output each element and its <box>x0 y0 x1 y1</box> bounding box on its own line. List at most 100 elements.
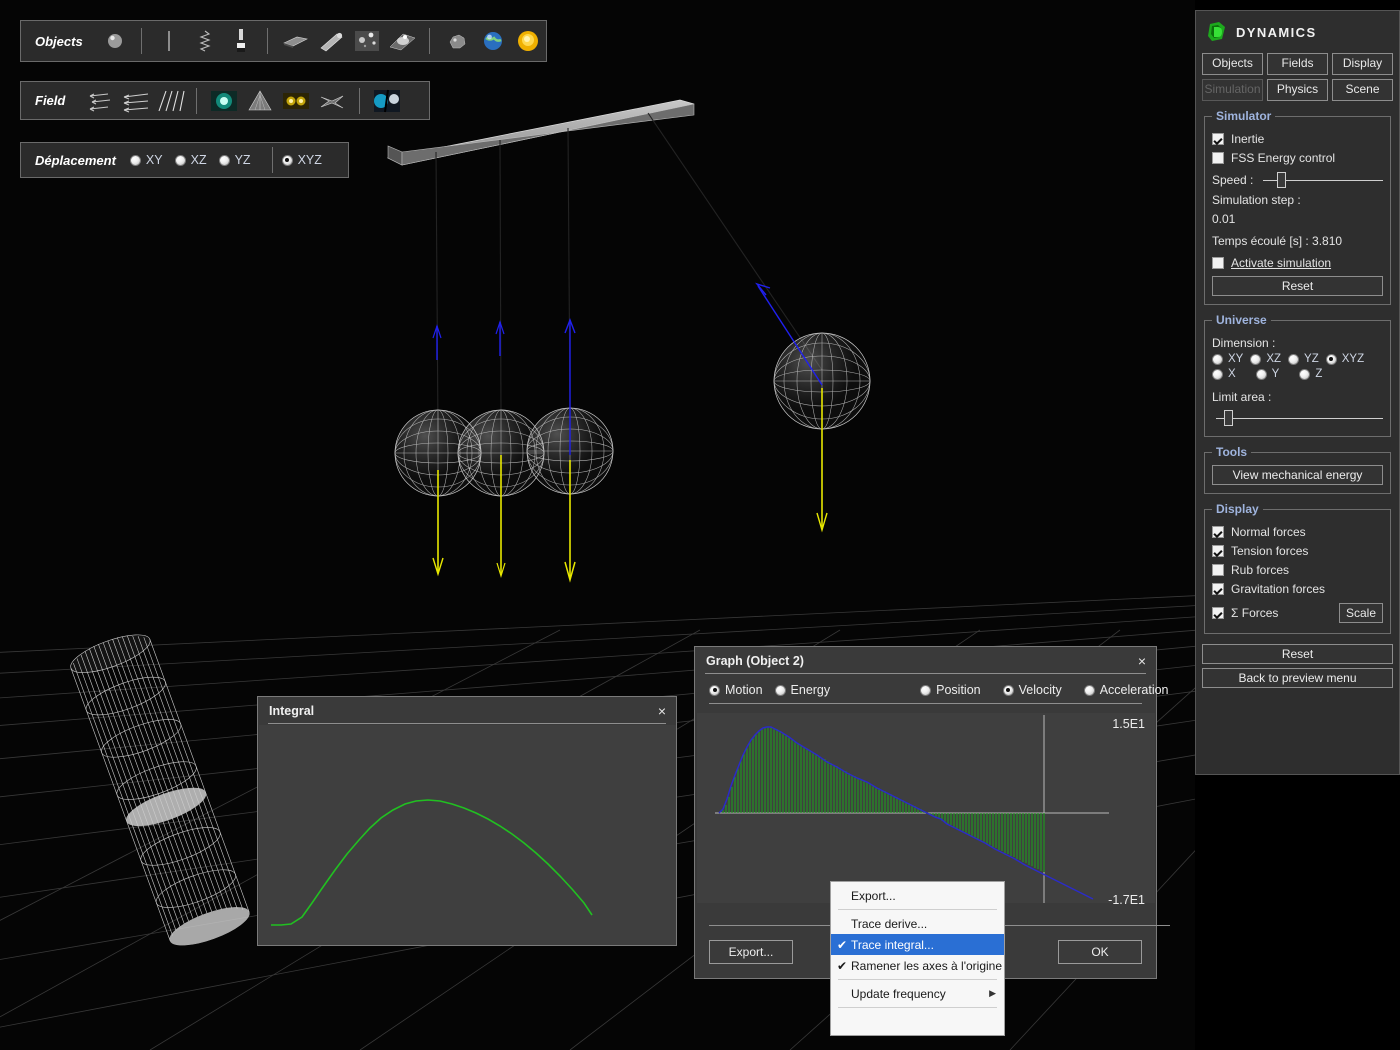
field-lines-icon[interactable] <box>154 86 184 116</box>
checkbox-label: FSS Energy control <box>1231 151 1335 165</box>
integral-dialog[interactable]: Integral × <box>257 696 677 946</box>
graph-context-menu[interactable]: Export... Trace derive... ✔ Trace integr… <box>830 881 1005 1036</box>
graph-radio-energy[interactable]: Energy <box>775 683 831 697</box>
objects-toolbar[interactable]: Objects <box>20 20 547 62</box>
speed-slider-knob[interactable] <box>1277 172 1286 188</box>
dimension-row-1[interactable]: XY XZ YZ XYZ <box>1212 353 1383 365</box>
view-mechanical-energy-button[interactable]: View mechanical energy <box>1212 465 1383 485</box>
displacement-radio-xy[interactable]: XY <box>130 153 163 167</box>
menu-item-trace-derive[interactable]: Trace derive... <box>831 913 1004 934</box>
spotlight-plane-icon[interactable] <box>387 26 417 56</box>
piston-icon[interactable] <box>226 26 256 56</box>
integral-dialog-titlebar[interactable]: Integral × <box>258 697 676 723</box>
checkbox-label: Gravitation forces <box>1231 582 1325 596</box>
checkbox-label: Normal forces <box>1231 525 1306 539</box>
close-icon[interactable]: × <box>1138 656 1146 666</box>
checkbox-inertie[interactable]: Inertie <box>1212 132 1383 146</box>
integral-plot <box>259 725 676 945</box>
dimension-radio-xyz[interactable]: XYZ <box>1326 353 1364 365</box>
plane-icon[interactable] <box>280 26 310 56</box>
scale-button[interactable]: Scale <box>1339 603 1383 623</box>
particles-box-icon[interactable] <box>352 26 382 56</box>
back-to-preview-menu-button[interactable]: Back to preview menu <box>1202 668 1393 688</box>
dimension-radio-x[interactable]: X <box>1212 368 1236 380</box>
dock-tabrow-1[interactable]: Objects Fields Display <box>1202 53 1393 75</box>
tab-objects[interactable]: Objects <box>1202 53 1263 75</box>
point-charge-cyan-icon[interactable] <box>209 86 239 116</box>
checkbox-fss-energy-control[interactable]: FSS Energy control <box>1212 151 1383 165</box>
tab-fields[interactable]: Fields <box>1267 53 1328 75</box>
graph-dialog-titlebar[interactable]: Graph (Object 2) × <box>695 647 1156 673</box>
rod-icon[interactable] <box>316 26 346 56</box>
cylinder-object[interactable] <box>66 627 253 953</box>
checkbox-box <box>1212 583 1224 595</box>
field-toolbar[interactable]: Field <box>20 81 430 120</box>
checkbox-gravitation-forces[interactable]: Gravitation forces <box>1212 582 1383 596</box>
graph-radio-position[interactable]: Position <box>920 683 980 697</box>
menu-label: Ramener les axes à l'origine <box>851 959 1002 973</box>
menu-item-trace-integral[interactable]: ✔ Trace integral... <box>831 934 1004 955</box>
speed-label: Speed : <box>1212 173 1253 187</box>
dock-tabrow-2[interactable]: Simulation Physics Scene <box>1202 79 1393 101</box>
sphere-icon[interactable] <box>100 26 130 56</box>
asteroid-icon[interactable] <box>442 26 472 56</box>
checkbox-sum-forces[interactable]: Σ Forces <box>1212 606 1278 620</box>
limit-track-right <box>1233 418 1383 419</box>
menu-item-ramener-axes[interactable]: ✔ Ramener les axes à l'origine <box>831 955 1004 976</box>
menu-item-export[interactable]: Export... <box>831 885 1004 906</box>
dipole-yellow-icon[interactable] <box>281 86 311 116</box>
half-field-icon[interactable] <box>372 86 402 116</box>
arrows-converge-icon[interactable] <box>82 86 112 116</box>
close-icon[interactable]: × <box>658 706 666 716</box>
checkbox-tension-forces[interactable]: Tension forces <box>1212 544 1383 558</box>
graph-radio-acceleration[interactable]: Acceleration <box>1084 683 1169 697</box>
dock-reset-button[interactable]: Reset <box>1202 644 1393 664</box>
displacement-radio-xyz[interactable]: XYZ <box>282 153 322 167</box>
tab-physics[interactable]: Physics <box>1267 79 1328 101</box>
integral-curve <box>271 800 592 925</box>
displacement-radio-yz[interactable]: YZ <box>219 153 251 167</box>
limit-slider-knob[interactable] <box>1224 410 1233 426</box>
graph-mode-radios[interactable]: Motion Energy Position Velocity Accelera… <box>695 674 1156 703</box>
dimension-radio-yz[interactable]: YZ <box>1288 353 1319 365</box>
checkbox-box <box>1212 133 1224 145</box>
cone-field-icon[interactable] <box>245 86 275 116</box>
sun-icon[interactable] <box>513 26 543 56</box>
menu-separator <box>838 1007 997 1008</box>
graph-plot-svg <box>697 713 1155 903</box>
simulator-reset-button[interactable]: Reset <box>1212 276 1383 296</box>
simulation-step-label: Simulation step : <box>1212 193 1383 207</box>
saddle-field-icon[interactable] <box>317 86 347 116</box>
line-icon[interactable] <box>154 26 184 56</box>
ok-button[interactable]: OK <box>1058 940 1142 964</box>
radio-dot <box>175 155 186 166</box>
tab-scene[interactable]: Scene <box>1332 79 1393 101</box>
menu-item-update-frequency[interactable]: Update frequency ▶ <box>831 983 1004 1004</box>
dimension-radio-xy[interactable]: XY <box>1212 353 1243 365</box>
menu-item-clear[interactable] <box>831 1011 1004 1032</box>
dimension-radio-xz[interactable]: XZ <box>1250 353 1281 365</box>
export-button[interactable]: Export... <box>709 940 793 964</box>
checkbox-activate-simulation[interactable]: Activate simulation <box>1212 256 1383 270</box>
arrows-parallel-icon[interactable] <box>118 86 148 116</box>
displacement-toolbar[interactable]: Déplacement XY XZ YZ XYZ <box>20 142 349 178</box>
graph-radio-motion[interactable]: Motion <box>709 683 763 697</box>
speed-slider-row[interactable]: Speed : <box>1212 172 1383 188</box>
spring-icon[interactable] <box>190 26 220 56</box>
graph-radio-velocity[interactable]: Velocity <box>1003 683 1062 697</box>
dimension-radio-z[interactable]: Z <box>1299 368 1322 380</box>
radio-dot <box>709 685 720 696</box>
limit-area-slider[interactable] <box>1216 410 1383 426</box>
checkbox-box <box>1212 526 1224 538</box>
earth-icon[interactable] <box>478 26 508 56</box>
displacement-radio-xz[interactable]: XZ <box>175 153 207 167</box>
checkbox-normal-forces[interactable]: Normal forces <box>1212 525 1383 539</box>
radio-dot <box>1212 369 1223 380</box>
checkbox-rub-forces[interactable]: Rub forces <box>1212 563 1383 577</box>
universe-legend: Universe <box>1212 313 1271 327</box>
dimension-row-2[interactable]: X Y Z <box>1212 368 1383 380</box>
dimension-radio-y[interactable]: Y <box>1256 368 1280 380</box>
right-control-dock[interactable]: DYNAMICS Objects Fields Display Simulati… <box>1195 10 1400 775</box>
tab-display[interactable]: Display <box>1332 53 1393 75</box>
menu-label: Trace derive... <box>851 917 996 931</box>
